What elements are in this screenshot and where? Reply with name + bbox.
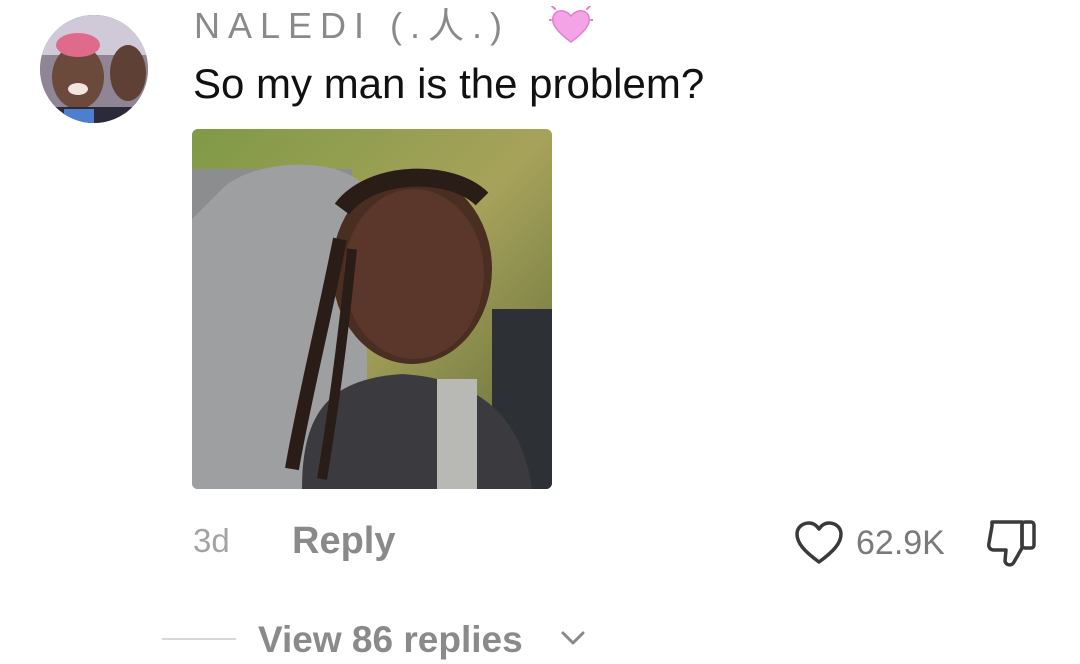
comment-timestamp: 3d	[193, 522, 230, 559]
username[interactable]: NALEDI (.人.)	[194, 6, 510, 46]
like-count: 62.9K	[856, 524, 945, 562]
pink-heart-icon	[549, 6, 593, 43]
commenter-avatar[interactable]	[40, 15, 148, 123]
comment-attached-photo[interactable]	[192, 129, 552, 489]
chevron-down-icon[interactable]	[559, 628, 587, 648]
thumbs-down-icon[interactable]	[984, 518, 1040, 570]
photo-illustration	[192, 129, 552, 489]
heart-outline-icon[interactable]	[794, 520, 844, 566]
replies-divider	[162, 638, 236, 640]
comment-text: So my man is the problem?	[193, 60, 705, 107]
avatar-image	[40, 15, 148, 123]
reply-button[interactable]: Reply	[292, 519, 395, 563]
view-replies-button[interactable]: View 86 replies	[258, 618, 523, 662]
